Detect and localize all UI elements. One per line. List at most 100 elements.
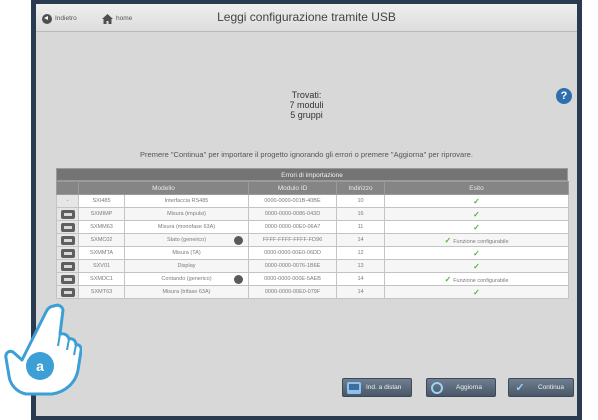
ind-distanza-button[interactable]: Ind. a distan xyxy=(342,378,412,397)
options-dot-icon[interactable] xyxy=(234,236,244,245)
table-row: SXMMTA Misura (TA) 0000-0000-00E0-06DD 12 ✓ xyxy=(56,246,570,260)
import-errors-table: Errori di importazione Modello Modulo ID xyxy=(56,168,570,299)
check-icon: ✓ xyxy=(515,381,525,394)
module-icon[interactable] xyxy=(60,287,75,297)
module-id-cell: 0000-0000-001B-40BE xyxy=(248,194,338,208)
model-name: Contando (generico) xyxy=(161,276,212,282)
success-check-icon: ✓ xyxy=(473,222,480,232)
success-check-icon: ✓ xyxy=(444,274,452,284)
help-icon[interactable]: ? xyxy=(556,88,572,104)
esito-cell: ✓ xyxy=(384,194,570,208)
aggiorna-button[interactable]: Aggiorna xyxy=(426,378,496,397)
model-name: Misura (monofase 63A) xyxy=(157,224,216,230)
model-name: Misura (TA) xyxy=(172,250,201,256)
aggiorna-label: Aggiorna xyxy=(456,384,483,391)
device-frame: Indietro home Leggi configurazione trami… xyxy=(31,0,582,420)
success-check-icon: ✓ xyxy=(444,235,452,245)
col-header-modello: Modello xyxy=(77,181,250,195)
module-icon[interactable] xyxy=(60,222,75,232)
row-icon-cell xyxy=(56,220,79,234)
module-icon[interactable] xyxy=(60,274,75,284)
esito-cell: ✓ Funzione configurabile xyxy=(384,233,570,247)
success-check-icon: ✓ xyxy=(473,209,480,219)
module-icon[interactable] xyxy=(60,248,75,258)
address-cell: 14 xyxy=(336,233,386,247)
annotation-letter: a xyxy=(36,358,44,374)
module-id-cell: 0000-0000-00E0-06DD xyxy=(248,246,338,260)
esito-cell: ✓ Funzione configurabile xyxy=(384,272,570,286)
module-id-cell: 0000-0000-00E0-079F xyxy=(248,285,338,299)
module-icon[interactable] xyxy=(60,209,75,219)
module-id-cell: 0000-0000-0086-043D xyxy=(248,207,338,221)
address-cell: 13 xyxy=(336,259,386,273)
success-check-icon: ✓ xyxy=(473,196,480,206)
esito-cell: ✓ xyxy=(384,207,570,221)
address-cell: 10 xyxy=(336,194,386,208)
address-cell: 12 xyxy=(336,246,386,260)
module-id-cell: 0000-0000-0076-1B6E xyxy=(248,259,338,273)
ind-distanza-label: Ind. a distan xyxy=(366,384,402,391)
model-code-cell: SXMDC1 xyxy=(78,272,125,286)
table-row: SXMM63 Misura (monofase 63A) 0000-0000-00E… xyxy=(56,220,570,234)
table-title: Errori di importazione xyxy=(56,168,568,181)
address-cell: 14 xyxy=(336,285,386,299)
model-name-cell: Display xyxy=(123,259,250,273)
pointing-hand-icon: a xyxy=(4,303,82,396)
col-header-indirizzo: Indirizzo xyxy=(336,181,386,195)
row-icon-cell xyxy=(56,207,79,221)
model-code-cell: SXMM63 xyxy=(78,220,125,234)
model-code-cell: SXMIMP xyxy=(78,207,125,221)
model-name: Display xyxy=(177,263,196,269)
app-screen: Indietro home Leggi configurazione trami… xyxy=(36,4,577,416)
esito-text: Funzione configurabile xyxy=(453,277,509,284)
row-icon-cell xyxy=(56,233,79,247)
table-row: SXMT63 Misura (trifase 63A) 0000-0000-00E0… xyxy=(56,285,570,299)
table-row: SXV01 Display 0000-0000-0076-1B6E 13 ✓ xyxy=(56,259,570,273)
options-dot-icon[interactable] xyxy=(234,275,244,284)
module-id-cell: FFFF-FFFF-FFFF-FD96 xyxy=(248,233,338,247)
row-icon-cell: - xyxy=(56,194,79,208)
summary-found: Trovati: xyxy=(291,90,322,100)
model-code-cell: SXV01 xyxy=(78,259,125,273)
instruction-text: Premere "Continua" per importare il prog… xyxy=(140,150,473,159)
table-header-row: Modello Modulo ID Indirizzo Esito xyxy=(56,181,570,195)
model-name-cell: Contando (generico) xyxy=(123,272,250,286)
refresh-icon xyxy=(431,381,443,394)
address-cell: 16 xyxy=(336,207,386,221)
top-bar: Indietro home Leggi configurazione trami… xyxy=(36,4,577,32)
success-check-icon: ✓ xyxy=(473,261,480,271)
module-icon[interactable] xyxy=(60,261,75,271)
esito-cell: ✓ xyxy=(384,259,570,273)
esito-cell: ✓ xyxy=(384,285,570,299)
address-cell: 14 xyxy=(336,272,386,286)
model-name-cell: Misura (impulsi) xyxy=(123,207,250,221)
import-summary: Trovati: 7 moduli 5 gruppi xyxy=(36,90,577,120)
esito-cell: ✓ xyxy=(384,220,570,234)
address-cell: 11 xyxy=(336,220,386,234)
continua-label: Continua xyxy=(538,384,565,391)
model-code-cell: SXI485 xyxy=(78,194,125,208)
col-header-esito: Esito xyxy=(384,181,570,195)
module-id-cell: 0000-0000-00E0-06A7 xyxy=(248,220,338,234)
model-name-cell: Stato (generico) xyxy=(123,233,250,247)
model-name-cell: Interfaccia RS485 xyxy=(123,194,250,208)
model-name-cell: Misura (monofase 63A) xyxy=(123,220,250,234)
model-name-cell: Misura (trifase 63A) xyxy=(123,285,250,299)
model-code-cell: SXMT63 xyxy=(78,285,125,299)
page-title: Leggi configurazione tramite USB xyxy=(217,10,396,24)
col-header-modulo-id: Modulo ID xyxy=(248,181,338,195)
model-name: Misura (trifase 63A) xyxy=(162,289,211,295)
model-name-cell: Misura (TA) xyxy=(123,246,250,260)
module-id-cell: 0000-0000-000E-5AEB xyxy=(248,272,338,286)
continua-button[interactable]: ✓ Continua xyxy=(508,378,574,397)
table-row: - SXI485 Interfaccia RS485 0000-0000-001B-4… xyxy=(56,194,570,208)
model-name: Stato (generico) xyxy=(166,237,207,243)
table-row: SXMDC1 Contando (generico) 0000-0000-000E-… xyxy=(56,272,570,286)
row-icon-cell xyxy=(56,259,79,273)
summary-modules: 7 moduli xyxy=(289,100,324,110)
module-icon[interactable] xyxy=(60,235,75,245)
model-name: Interfaccia RS485 xyxy=(164,198,209,204)
success-check-icon: ✓ xyxy=(473,248,480,258)
row-icon-cell xyxy=(56,285,79,299)
col-header-icon xyxy=(56,181,79,195)
